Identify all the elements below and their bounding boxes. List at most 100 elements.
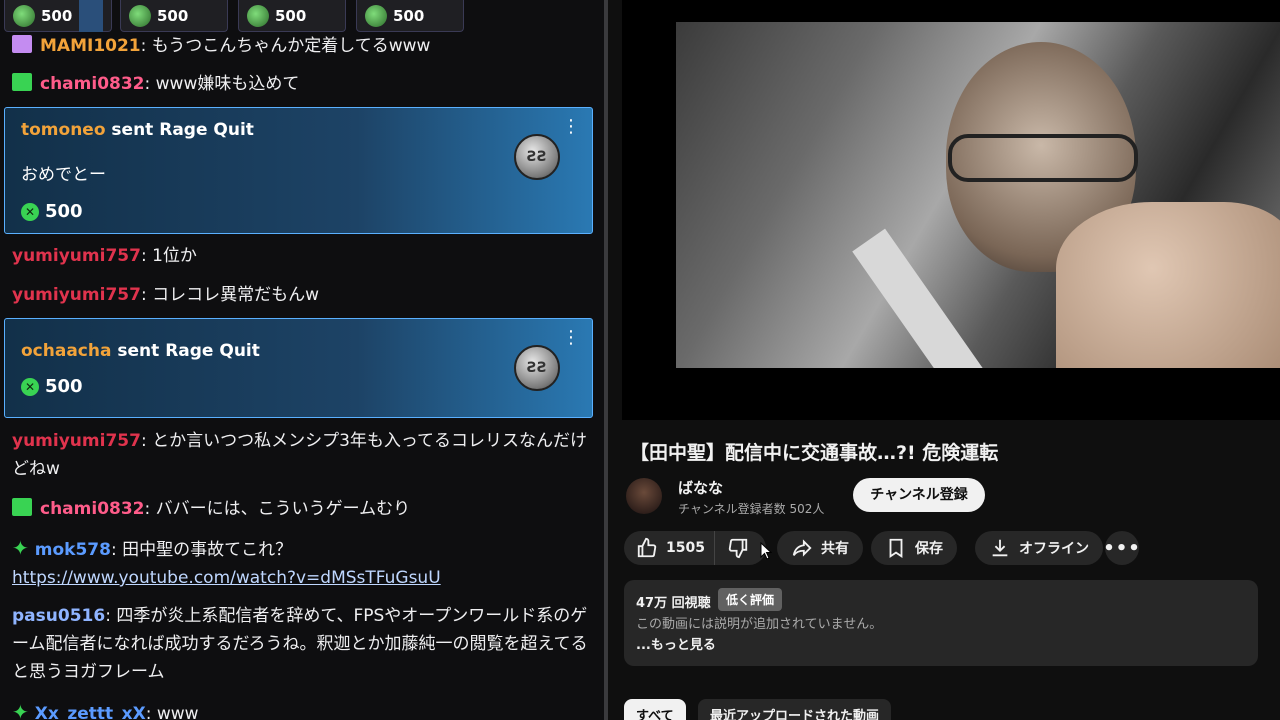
channel-name[interactable]: ばなな bbox=[678, 477, 723, 498]
gift-amount: 500 bbox=[157, 6, 189, 25]
gift-icon bbox=[12, 498, 32, 516]
video-scene bbox=[1056, 202, 1280, 368]
channel-subscriber-count: チャンネル登録者数 502人 bbox=[678, 502, 825, 516]
like-dislike-group: 1505 bbox=[624, 531, 766, 565]
rage-quit-icon: ƧƧ bbox=[514, 134, 560, 180]
kebab-icon[interactable]: ⋮ bbox=[562, 327, 580, 348]
download-icon bbox=[992, 539, 1008, 557]
gift-icon bbox=[12, 73, 32, 91]
like-icon bbox=[637, 537, 657, 558]
chat-username[interactable]: yumiyumi757 bbox=[12, 246, 141, 266]
video-frame[interactable] bbox=[676, 22, 1280, 368]
chat-username[interactable]: chami0832 bbox=[40, 74, 145, 94]
gift-amount: 500 bbox=[275, 6, 307, 25]
video-scene bbox=[948, 134, 1138, 182]
gift-icon bbox=[12, 35, 32, 53]
chat-username[interactable]: yumiyumi757 bbox=[12, 285, 141, 305]
gift-avatar bbox=[13, 4, 35, 27]
gift-chip[interactable]: 500 bbox=[356, 0, 464, 32]
dislike-icon bbox=[728, 538, 748, 559]
chat-message: MAMI1021: もうつこんちゃんか定着してるwww bbox=[12, 32, 597, 60]
gift-card-header: ochaacha sent Rage Quit bbox=[21, 341, 260, 361]
save-icon bbox=[889, 538, 903, 558]
video-pane: 【田中聖】配信中に交通事故…?! 危険運転 ばなな チャンネル登録者数 502人… bbox=[608, 0, 1280, 720]
sparkle-icon: ✦ bbox=[12, 700, 29, 720]
gift-message: おめでとー bbox=[21, 165, 106, 185]
chat-message: yumiyumi757: とか言いつつ私メンシプ3年も入ってるコレリスなんだけど… bbox=[12, 427, 597, 483]
description-box[interactable]: 47万 回視聴 低く評価 この動画には説明が追加されていません。 ...もっと見… bbox=[624, 580, 1258, 666]
more-icon: ••• bbox=[1103, 537, 1141, 559]
chat-message: ✦ mok578: 田中聖の事故てこれ？ https://www.youtube.… bbox=[12, 534, 597, 592]
chat-text: : ババーには、こういうゲームむり bbox=[144, 499, 411, 519]
gift-chip[interactable]: 500 bbox=[120, 0, 228, 32]
gift-amount: 500 bbox=[45, 201, 83, 222]
video-title: 【田中聖】配信中に交通事故…?! 危険運転 bbox=[630, 442, 999, 464]
gift-amount-row: ✕ 500 bbox=[21, 376, 83, 397]
gift-avatar bbox=[247, 4, 269, 27]
show-more-link[interactable]: ...もっと見る bbox=[636, 634, 716, 653]
gift-progress bbox=[79, 0, 103, 32]
gift-sent-word: sent bbox=[105, 120, 160, 140]
chat-text: : 1位か bbox=[140, 246, 197, 266]
dislike-button[interactable] bbox=[714, 531, 766, 565]
subscribe-button[interactable]: チャンネル登録 bbox=[853, 478, 985, 512]
chat-message: chami0832: www嫌味も込めて bbox=[12, 70, 597, 98]
like-count: 1505 bbox=[666, 540, 705, 556]
gift-name: Rage Quit bbox=[159, 120, 254, 140]
gift-sent-word: sent bbox=[111, 341, 166, 361]
gift-card-header: tomoneo sent Rage Quit bbox=[21, 120, 254, 140]
gift-card: tomoneo sent Rage Quit おめでとー ✕ 500 ⋮ ƧƧ bbox=[4, 107, 593, 234]
chat-panel: 500 500 500 500 MAMI1021: もうつこんちゃんか定着してる… bbox=[0, 0, 606, 720]
chat-message: chami0832: ババーには、こういうゲームむり bbox=[12, 495, 597, 523]
gift-amount: 500 bbox=[41, 6, 73, 25]
more-actions-button[interactable]: ••• bbox=[1103, 531, 1141, 565]
channel-avatar[interactable] bbox=[626, 478, 662, 514]
gift-chip[interactable]: 500 bbox=[238, 0, 346, 32]
chat-link[interactable]: https://www.youtube.com/watch?v=dMSsTFuG… bbox=[12, 568, 441, 588]
gift-amount-row: ✕ 500 bbox=[21, 201, 83, 222]
chip-recent-uploads[interactable]: 最近アップロードされた動画 bbox=[698, 699, 892, 720]
gift-amount: 500 bbox=[45, 376, 83, 397]
kebab-icon[interactable]: ⋮ bbox=[562, 116, 580, 137]
chat-text: : www嫌味も込めて bbox=[144, 74, 300, 94]
chat-text: : コレコレ異常だもんw bbox=[140, 285, 319, 305]
view-count: 47万 回視聴 bbox=[636, 596, 711, 611]
chat-username[interactable]: Xx_zettt_xX bbox=[35, 704, 146, 720]
chat-username[interactable]: mok578 bbox=[35, 540, 111, 560]
like-button[interactable]: 1505 bbox=[624, 531, 714, 565]
offline-button[interactable]: オフライン bbox=[975, 531, 1103, 565]
chat-message: yumiyumi757: コレコレ異常だもんw bbox=[12, 281, 597, 309]
gift-name: Rage Quit bbox=[165, 341, 260, 361]
chat-username[interactable]: chami0832 bbox=[40, 499, 145, 519]
save-label: 保存 bbox=[915, 541, 943, 557]
description-text: この動画には説明が追加されていません。 bbox=[636, 617, 883, 632]
chat-message: ✦ Xx_zettt_xX: www bbox=[12, 698, 597, 720]
gift-sender[interactable]: ochaacha bbox=[21, 341, 111, 361]
gift-chip[interactable]: 500 bbox=[4, 0, 112, 32]
chat-text: : www bbox=[145, 704, 199, 720]
gift-avatar bbox=[129, 4, 151, 27]
rage-quit-icon: ƧƧ bbox=[514, 345, 560, 391]
share-button[interactable]: 共有 bbox=[777, 531, 863, 565]
chat-text: : もうつこんちゃんか定着してるwww bbox=[140, 36, 431, 56]
share-icon bbox=[792, 539, 812, 557]
dislike-tooltip: 低く評価 bbox=[718, 588, 783, 611]
chat-text: : 田中聖の事故てこれ？ bbox=[110, 540, 293, 560]
chat-message: yumiyumi757: 1位か bbox=[12, 242, 597, 270]
offline-label: オフライン bbox=[1019, 541, 1089, 557]
share-label: 共有 bbox=[821, 541, 849, 557]
gift-bar: 500 500 500 500 bbox=[0, 0, 606, 32]
coin-icon: ✕ bbox=[21, 202, 39, 221]
video-player[interactable] bbox=[622, 0, 1280, 420]
chat-username[interactable]: MAMI1021 bbox=[40, 36, 141, 56]
gift-card: ochaacha sent Rage Quit ✕ 500 ⋮ ƧƧ bbox=[4, 318, 593, 418]
chat-username[interactable]: pasu0516 bbox=[12, 606, 105, 626]
coin-icon: ✕ bbox=[21, 377, 39, 396]
chip-all[interactable]: すべて bbox=[624, 699, 686, 720]
save-button[interactable]: 保存 bbox=[871, 531, 957, 565]
chat-message: pasu0516: 四季が炎上系配信者を辞めて、FPSやオープンワールド系のゲー… bbox=[12, 602, 597, 686]
gift-sender[interactable]: tomoneo bbox=[21, 120, 106, 140]
chat-username[interactable]: yumiyumi757 bbox=[12, 431, 141, 451]
gift-avatar bbox=[365, 4, 387, 27]
gift-amount: 500 bbox=[393, 6, 425, 25]
